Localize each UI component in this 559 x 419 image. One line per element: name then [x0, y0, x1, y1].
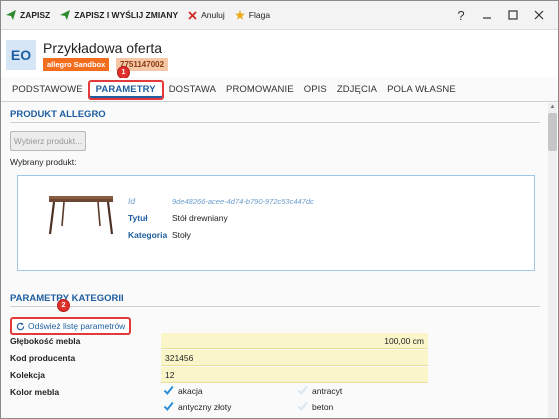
tab-dostawa[interactable]: DOSTAWA — [164, 80, 221, 100]
color-option-beton[interactable]: beton — [297, 401, 333, 412]
param-row-depth: Głębokość mebla 100,00 cm — [10, 333, 430, 349]
selected-product-label: Wybrany produkt: — [10, 157, 77, 167]
checkbox-checked-icon — [163, 401, 174, 412]
tab-bar: PODSTAWOWE PARAMETRY DOSTAWA PROMOWANIE … — [1, 78, 558, 102]
depth-input[interactable]: 100,00 cm — [161, 333, 428, 349]
send-icon — [60, 10, 71, 20]
color-option-label: akacja — [178, 385, 203, 396]
product-card: Id 9de48266-acee-4d74-b790-972c53c447dc … — [17, 175, 535, 271]
tab-zdjecia[interactable]: ZDJĘCIA — [332, 80, 382, 100]
color-option-label: beton — [312, 401, 334, 412]
product-id-label: Id — [128, 196, 136, 206]
cancel-label: Anuluj — [201, 10, 225, 20]
color-option-antyczny-zloty[interactable]: antyczny złoty — [163, 401, 231, 412]
product-title-value: Stół drewniany — [172, 213, 228, 223]
close-icon — [188, 10, 197, 20]
product-category-label: Kategoria — [128, 230, 168, 240]
checkbox-unchecked-icon — [297, 401, 308, 412]
step-marker-2: 2 — [57, 299, 70, 312]
color-option-label: antyczny złoty — [178, 401, 232, 412]
vertical-scrollbar[interactable]: ▲ — [548, 103, 557, 418]
cancel-button[interactable]: Anuluj — [183, 5, 230, 25]
flag-button[interactable]: Flaga — [230, 5, 275, 25]
offer-header: EO Przykładowa oferta allegro Sandbox 77… — [1, 29, 558, 79]
maximize-button[interactable] — [500, 6, 526, 24]
save-and-send-label: ZAPISZ I WYŚLIJ ZMIANY — [74, 10, 179, 20]
section-divider — [10, 122, 540, 123]
send-icon — [6, 10, 16, 20]
help-label: ? — [457, 7, 465, 23]
producer-code-input[interactable]: 321456 — [161, 350, 428, 366]
tab-pola-wlasne[interactable]: POLA WŁASNE — [382, 80, 461, 100]
content-panel: PRODUKT ALLEGRO Wybierz produkt... Wybra… — [1, 103, 549, 418]
product-id-value: 9de48266-acee-4d74-b790-972c53c447dc — [172, 197, 314, 206]
close-icon — [534, 10, 544, 20]
param-label: Kolekcja — [10, 370, 45, 380]
color-option-label: antracyt — [312, 385, 343, 396]
minimize-button[interactable] — [474, 6, 500, 24]
param-row-producer-code: Kod producenta 321456 — [10, 350, 430, 366]
save-label: ZAPISZ — [20, 10, 51, 20]
product-image — [48, 196, 114, 235]
param-label: Kod producenta — [10, 353, 76, 363]
tab-opis[interactable]: OPIS — [299, 80, 332, 100]
tab-parametry[interactable]: PARAMETRY — [87, 79, 164, 100]
app-window: ZAPISZ ZAPISZ I WYŚLIJ ZMIANY Anuluj Fla… — [0, 0, 559, 419]
tab-podstawowe[interactable]: PODSTAWOWE — [7, 80, 88, 100]
product-title-label: Tytuł — [128, 213, 148, 223]
checkbox-unchecked-icon — [297, 385, 308, 396]
param-label: Kolor mebla — [10, 387, 60, 397]
close-window-button[interactable] — [526, 6, 552, 24]
toolbar: ZAPISZ ZAPISZ I WYŚLIJ ZMIANY Anuluj Fla… — [1, 1, 558, 29]
checkbox-checked-icon — [163, 385, 174, 396]
help-button[interactable]: ? — [448, 6, 474, 24]
star-icon — [234, 10, 245, 20]
refresh-parameters-label: Odśwież listę parametrów — [28, 321, 126, 331]
refresh-icon — [16, 321, 25, 330]
scroll-up-arrow-icon[interactable]: ▲ — [548, 103, 557, 112]
save-and-send-button[interactable]: ZAPISZ I WYŚLIJ ZMIANY — [55, 5, 183, 25]
minimize-icon — [483, 17, 491, 19]
section-divider — [10, 306, 540, 307]
tab-promowanie[interactable]: PROMOWANIE — [221, 80, 299, 100]
environment-badge: allegro Sandbox — [43, 58, 110, 71]
avatar: EO — [6, 40, 36, 70]
select-product-button[interactable]: Wybierz produkt... — [10, 131, 86, 151]
scrollbar-thumb[interactable] — [548, 113, 557, 151]
product-category-value: Stoły — [172, 230, 191, 240]
save-button[interactable]: ZAPISZ — [1, 5, 55, 25]
color-option-akacja[interactable]: akacja — [163, 385, 203, 396]
param-label: Głębokość mebla — [10, 336, 81, 346]
page-title: Przykładowa oferta — [43, 40, 163, 56]
product-section-heading: PRODUKT ALLEGRO — [10, 109, 106, 120]
maximize-icon — [508, 10, 518, 20]
color-option-antracyt[interactable]: antracyt — [297, 385, 342, 396]
flag-label: Flaga — [248, 10, 271, 20]
collection-input[interactable]: 12 — [161, 367, 428, 383]
param-row-color: Kolor mebla — [10, 384, 430, 400]
param-row-collection: Kolekcja 12 — [10, 367, 430, 383]
